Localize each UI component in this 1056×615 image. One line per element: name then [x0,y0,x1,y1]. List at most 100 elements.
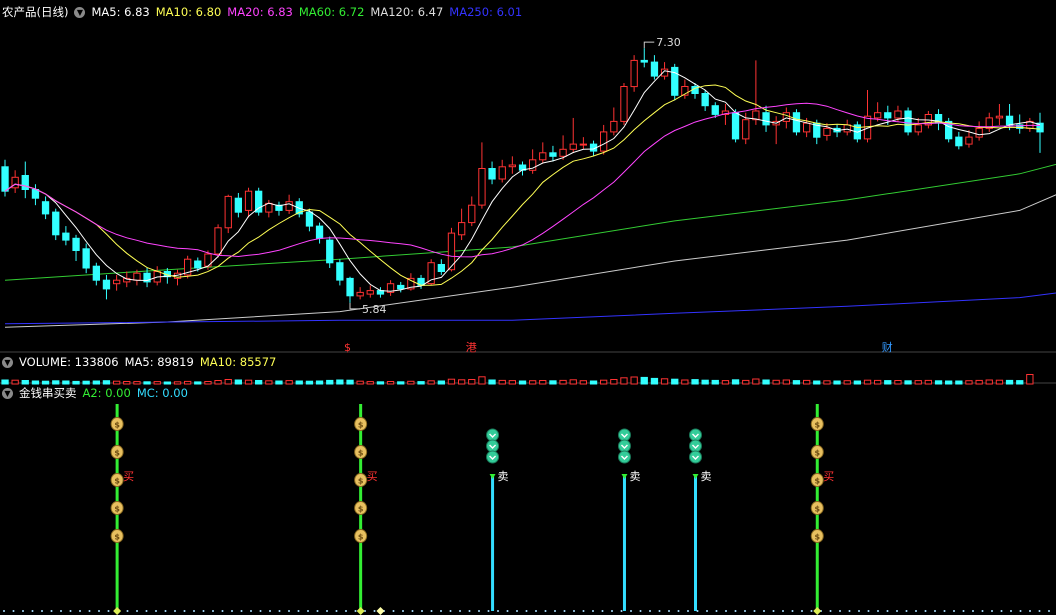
volume-bar[interactable] [589,380,598,385]
volume-bar[interactable] [843,380,851,385]
volume-bar[interactable] [376,381,385,385]
volume-bar[interactable] [711,379,719,385]
candlesticks[interactable] [1,48,1044,303]
candle[interactable] [478,142,486,209]
candle[interactable] [224,194,232,234]
candle[interactable] [569,117,577,153]
candle[interactable] [529,149,537,174]
volume-bar[interactable] [1,379,9,385]
candle[interactable] [945,117,953,143]
volume-bar[interactable] [458,379,466,385]
volume-bar[interactable] [894,380,902,385]
volume-bar[interactable] [255,380,263,385]
volume-bar[interactable] [295,380,303,385]
volume-bar[interactable] [498,379,506,385]
volume-bar[interactable] [742,379,750,385]
candle[interactable] [650,55,659,80]
volume-bar[interactable] [975,379,983,385]
candle[interactable] [386,280,395,296]
volume-bar[interactable] [1005,379,1014,385]
volume-bar[interactable] [985,379,993,385]
volume-bar[interactable] [569,379,577,385]
sell-signal[interactable]: 卖 [617,428,640,611]
signal-markers[interactable]: $$$$$买$$$$$买卖卖卖$$$$$买 [110,404,834,611]
volume-bar[interactable] [224,379,232,385]
candle[interactable] [1036,112,1044,153]
volume-bar[interactable] [610,379,618,385]
volume-bar[interactable] [782,379,791,385]
volume-bar[interactable] [31,380,40,385]
candle[interactable] [315,222,324,244]
volume-bar[interactable] [529,380,537,385]
volume-bar[interactable] [72,380,80,385]
candle[interactable] [336,259,344,286]
candle[interactable] [985,112,993,132]
candle[interactable] [184,255,192,279]
event-marker[interactable]: 财 [882,340,893,354]
chevron-down-icon[interactable]: ▼ [74,6,86,18]
volume-bar[interactable] [874,379,882,385]
volume-bar[interactable] [691,379,699,385]
buy-signal[interactable]: $$$$$买 [354,404,378,611]
volume-bar[interactable] [356,380,364,385]
volume-bar[interactable] [518,380,527,385]
event-marker[interactable]: 港 [466,341,477,354]
candle[interactable] [11,170,19,193]
volume-bar[interactable] [792,380,801,385]
volume-bar[interactable] [823,380,831,385]
volume-bar[interactable] [437,380,446,385]
candle[interactable] [955,131,963,150]
candle[interactable] [265,199,273,218]
volume-bar[interactable] [366,381,374,385]
candle[interactable] [671,63,679,101]
candle[interactable] [41,196,50,220]
volume-bar[interactable] [965,380,973,385]
volume-bar[interactable] [133,381,141,385]
candle[interactable] [600,124,608,155]
candle[interactable] [31,184,40,206]
volume-bar[interactable] [945,380,953,385]
candle[interactable] [52,208,60,241]
volume-bar[interactable] [285,380,293,385]
volume-bar[interactable] [214,380,222,385]
volume-bar[interactable] [914,380,922,385]
chevron-down-icon[interactable]: ▼ [2,356,13,368]
candle[interactable] [458,208,466,241]
volume-bar[interactable] [660,378,669,385]
candle[interactable] [244,187,253,218]
volume-bar[interactable] [640,376,648,385]
volume-bar[interactable] [762,379,770,385]
candle[interactable] [914,117,922,136]
volume-bar[interactable] [21,380,29,385]
volume-bar[interactable] [305,380,314,385]
volume-bar[interactable] [813,380,821,385]
candle[interactable] [234,192,242,218]
candle[interactable] [326,236,334,268]
candle[interactable] [255,187,263,216]
volume-bar[interactable] [508,380,517,385]
candle[interactable] [549,145,557,162]
volume-bar[interactable] [346,379,354,385]
volume-bar[interactable] [386,381,395,385]
volume-bar[interactable] [407,380,415,385]
volume-bar[interactable] [995,379,1004,385]
candle[interactable] [397,281,405,293]
event-marker[interactable]: $ [344,341,351,354]
volume-bar[interactable] [52,380,60,385]
candle[interactable] [113,274,121,291]
volume-bar[interactable] [265,380,273,385]
volume-bar[interactable] [478,376,486,385]
volume-bar[interactable] [924,379,933,385]
sell-signal[interactable]: 卖 [486,428,509,611]
candle[interactable] [447,227,456,272]
buy-signal[interactable]: $$$$$买 [110,404,134,611]
volume-bar[interactable] [904,380,912,385]
candle[interactable] [610,107,618,136]
volume-bar[interactable] [549,380,557,385]
volume-bar[interactable] [163,381,171,385]
volume-bar[interactable] [559,379,567,385]
volume-bar[interactable] [1026,374,1034,385]
volume-bar[interactable] [600,379,608,385]
volume-bar[interactable] [123,381,131,385]
volume-bar[interactable] [681,379,689,385]
